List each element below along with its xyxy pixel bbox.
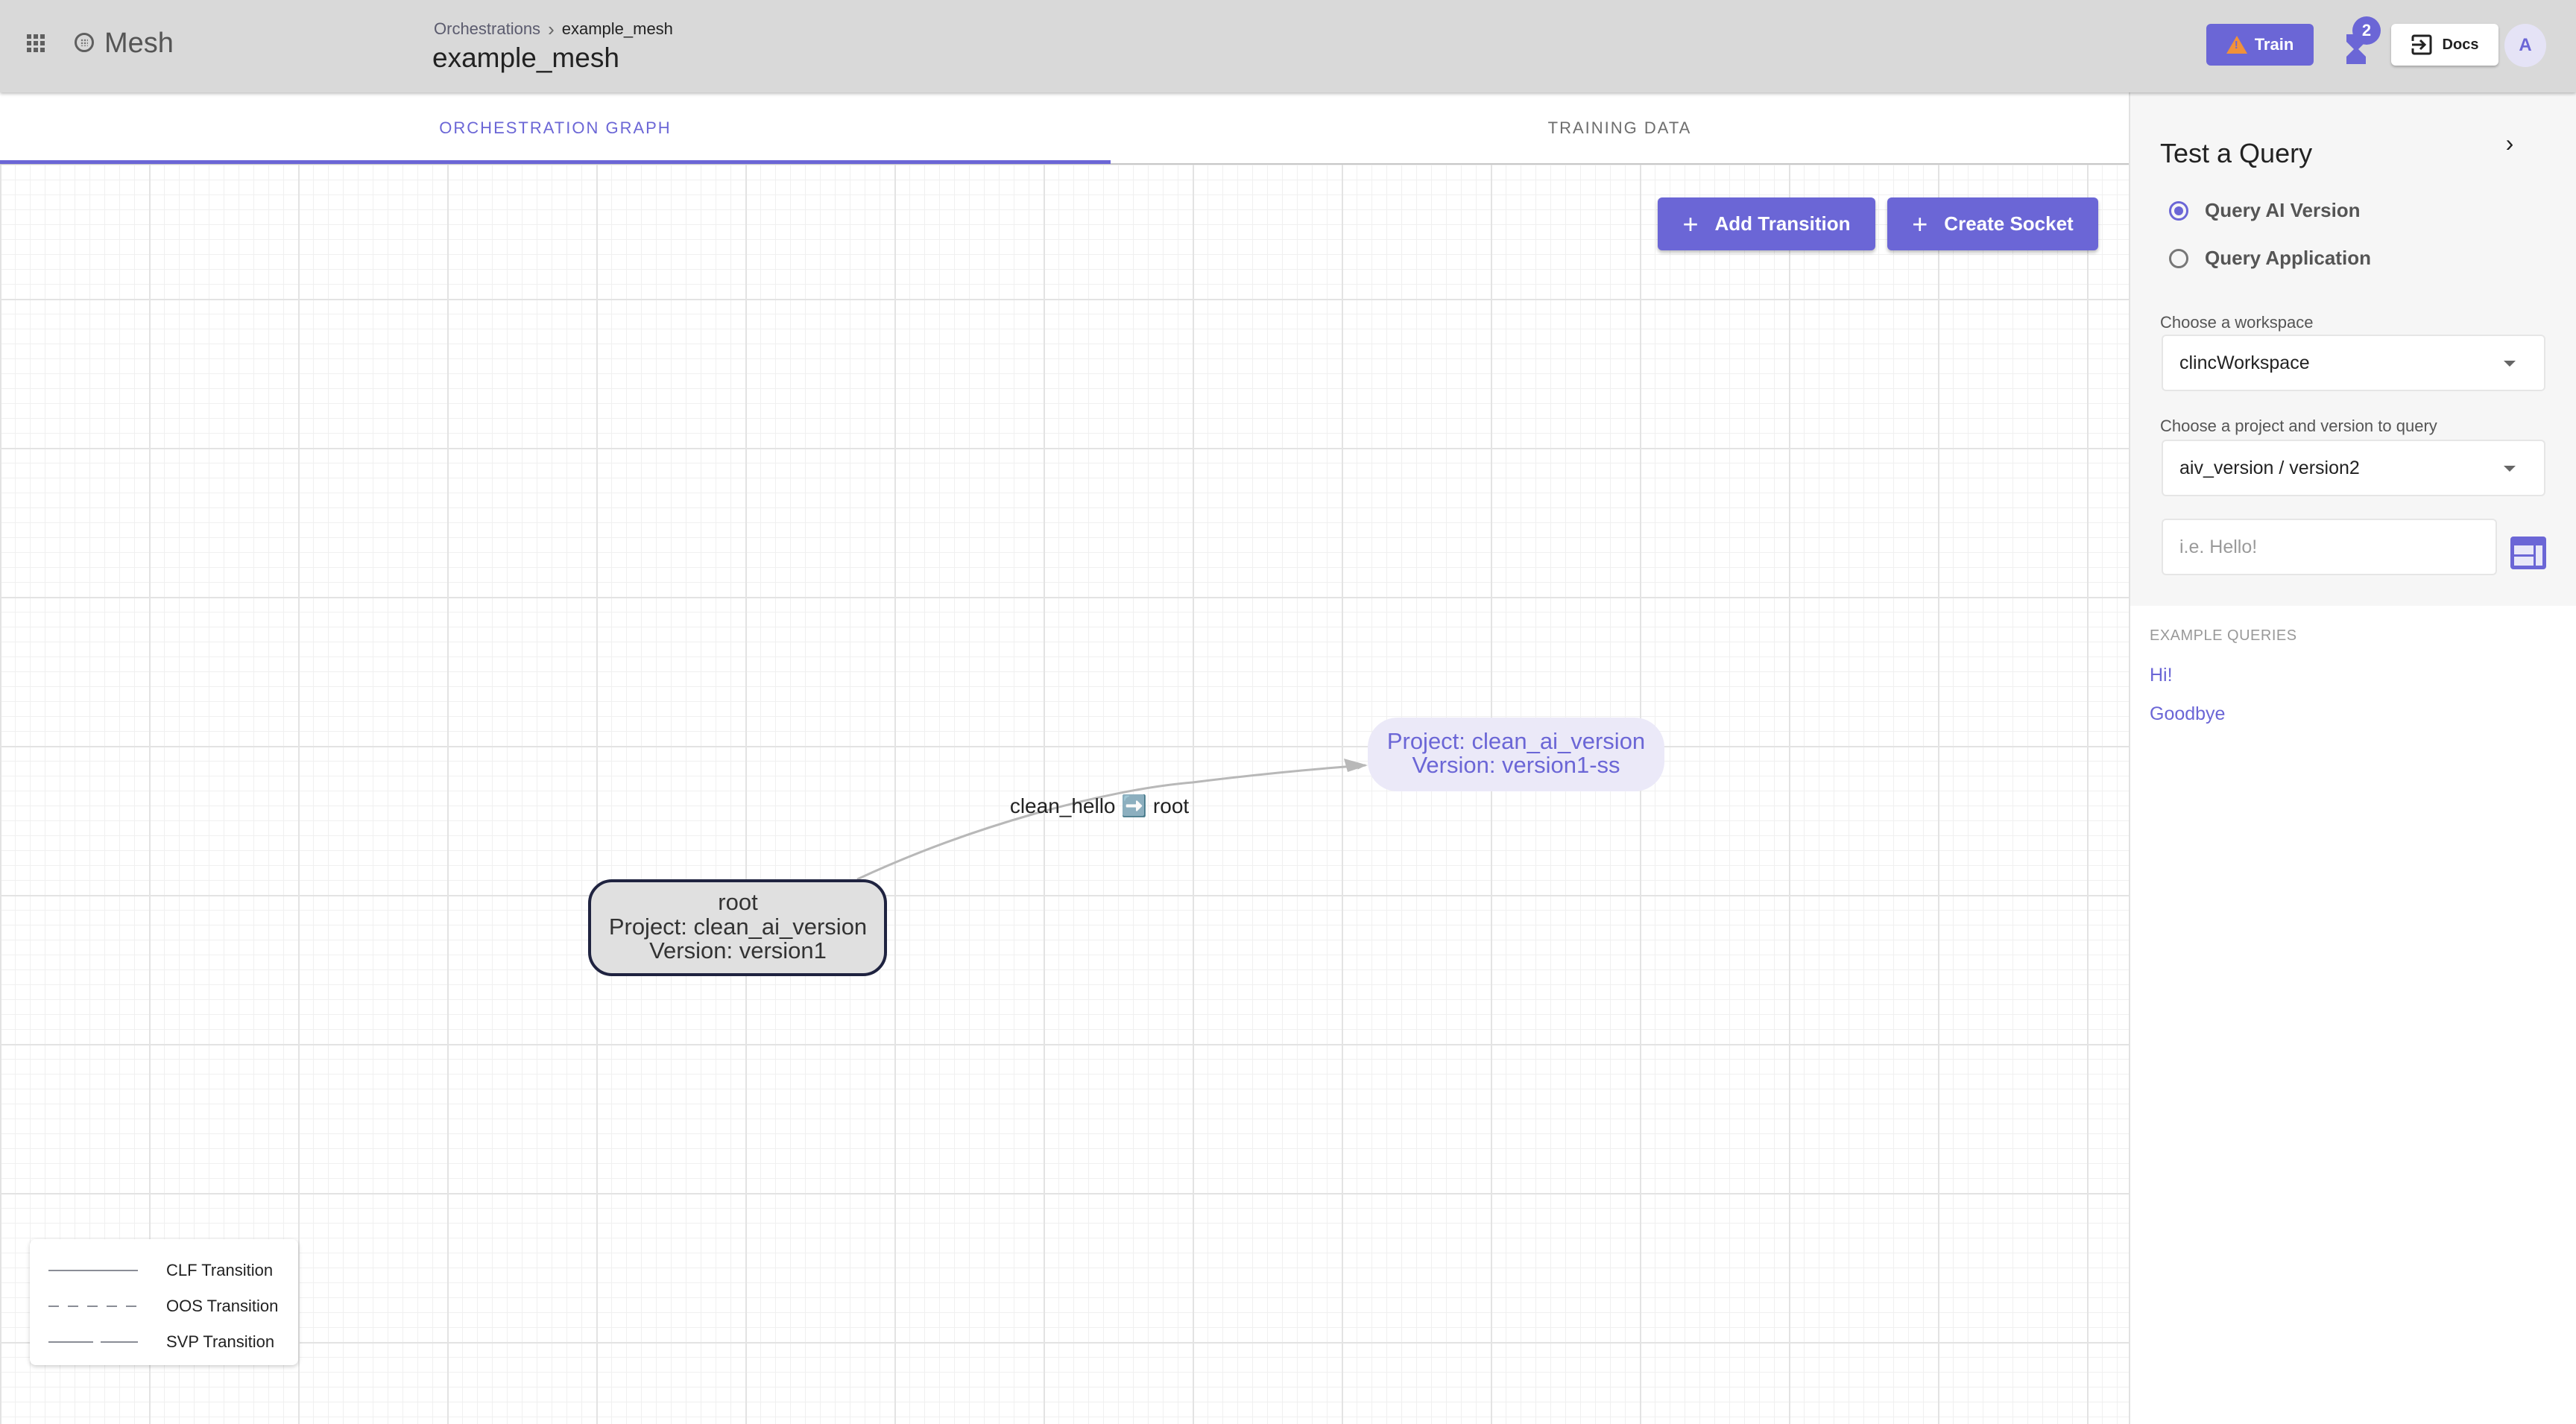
train-button[interactable]: Train: [2206, 24, 2314, 66]
docs-button-label: Docs: [2442, 36, 2479, 53]
edge-arrowhead: [1344, 759, 1368, 772]
radio-query-ai-version[interactable]: Query AI Version: [2169, 199, 2361, 222]
dropdown-caret-icon: [2504, 361, 2516, 367]
orchestration-graph-canvas[interactable]: root Project: clean_ai_version Version: …: [0, 165, 2129, 1424]
legend-item-oos: OOS Transition: [30, 1291, 298, 1321]
legend-label: CLF Transition: [166, 1261, 274, 1279]
exit-to-app-icon: [2411, 34, 2432, 55]
node-socket-version: Version: version1-ss: [1412, 752, 1620, 778]
breadcrumb-current: example_mesh: [561, 19, 673, 38]
tab-orchestration-graph[interactable]: ORCHESTRATION GRAPH: [0, 92, 1111, 163]
test-query-panel: Test a Query › Query AI Version Query Ap…: [2129, 92, 2576, 1424]
node-root[interactable]: root Project: clean_ai_version Version: …: [588, 879, 887, 976]
project-version-label: Choose a project and version to query: [2160, 417, 2437, 435]
edge-label: clean_hello ➡️ root: [1010, 794, 1190, 818]
workspace-select[interactable]: clincWorkspace: [2162, 335, 2545, 391]
app-header: Mesh Orchestrations › example_mesh examp…: [0, 0, 2576, 92]
panel-title: Test a Query: [2160, 138, 2313, 168]
node-socket-project: Project: clean_ai_version: [1387, 728, 1645, 754]
tasks-count-badge: 2: [2352, 16, 2381, 45]
create-socket-label: Create Socket: [1944, 212, 2074, 235]
legend-item-svp: SVP Transition: [30, 1327, 298, 1357]
node-root-project: Project: clean_ai_version: [609, 914, 867, 940]
query-form-section: Test a Query › Query AI Version Query Ap…: [2130, 92, 2576, 606]
legend-dashed-line: [48, 1306, 138, 1307]
breadcrumb-orchestrations-link[interactable]: Orchestrations: [434, 19, 540, 39]
workspace-label: Choose a workspace: [2160, 313, 2314, 332]
edge-root-to-socket[interactable]: [856, 762, 1366, 881]
radio-checked-icon[interactable]: [2169, 200, 2188, 221]
transition-legend: CLF Transition OOS Transition SVP Transi…: [30, 1239, 298, 1365]
example-queries-heading: EXAMPLE QUERIES: [2150, 627, 2297, 644]
legend-item-clf: CLF Transition: [30, 1256, 298, 1285]
project-version-select[interactable]: aiv_version / version2: [2162, 440, 2545, 496]
project-version-select-value: aiv_version / version2: [2179, 457, 2360, 478]
mesh-logo-icon: [75, 33, 94, 52]
add-transition-button[interactable]: + Add Transition: [1658, 197, 1875, 250]
add-transition-label: Add Transition: [1714, 212, 1851, 235]
radio-label: Query AI Version: [2205, 199, 2361, 221]
node-socket[interactable]: Project: clean_ai_version Version: versi…: [1368, 718, 1664, 791]
breadcrumb: Orchestrations › example_mesh: [434, 19, 673, 39]
example-query-link[interactable]: Hi!: [2150, 665, 2173, 686]
create-socket-button[interactable]: + Create Socket: [1887, 197, 2098, 250]
graph: root Project: clean_ai_version Version: …: [588, 718, 1664, 976]
node-root-name: root: [718, 889, 758, 915]
collapse-panel-chevron-icon[interactable]: ›: [2498, 128, 2521, 158]
radio-label: Query Application: [2205, 247, 2371, 269]
legend-label: SVP Transition: [166, 1332, 275, 1351]
query-input[interactable]: [2162, 519, 2497, 575]
node-root-version: Version: version1: [649, 937, 827, 963]
page-title: example_mesh: [432, 42, 619, 73]
radio-query-application[interactable]: Query Application: [2169, 247, 2371, 270]
tab-bar: ORCHESTRATION GRAPH TRAINING DATA: [0, 92, 2129, 165]
tab-training-data[interactable]: TRAINING DATA: [1111, 92, 2129, 163]
plus-icon: +: [1682, 208, 1699, 239]
plus-icon: +: [1912, 208, 1928, 239]
warning-icon: [2226, 36, 2247, 54]
train-button-label: Train: [2254, 35, 2294, 54]
radio-unchecked-icon[interactable]: [2169, 248, 2188, 268]
docs-button[interactable]: Docs: [2391, 24, 2498, 66]
app-name[interactable]: Mesh: [104, 27, 174, 60]
example-query-link[interactable]: Goodbye: [2150, 703, 2225, 725]
active-tab-indicator: [0, 160, 1111, 164]
legend-long-dash-line: [48, 1341, 138, 1343]
apps-grid-icon[interactable]: [27, 34, 45, 54]
chevron-right-icon: ›: [548, 18, 555, 40]
view-layout-icon[interactable]: [2510, 537, 2546, 569]
dropdown-caret-icon: [2504, 466, 2516, 472]
legend-label: OOS Transition: [166, 1297, 279, 1315]
user-avatar[interactable]: A: [2504, 24, 2546, 67]
workspace-select-value: clincWorkspace: [2179, 352, 2310, 373]
legend-solid-line: [48, 1270, 138, 1271]
